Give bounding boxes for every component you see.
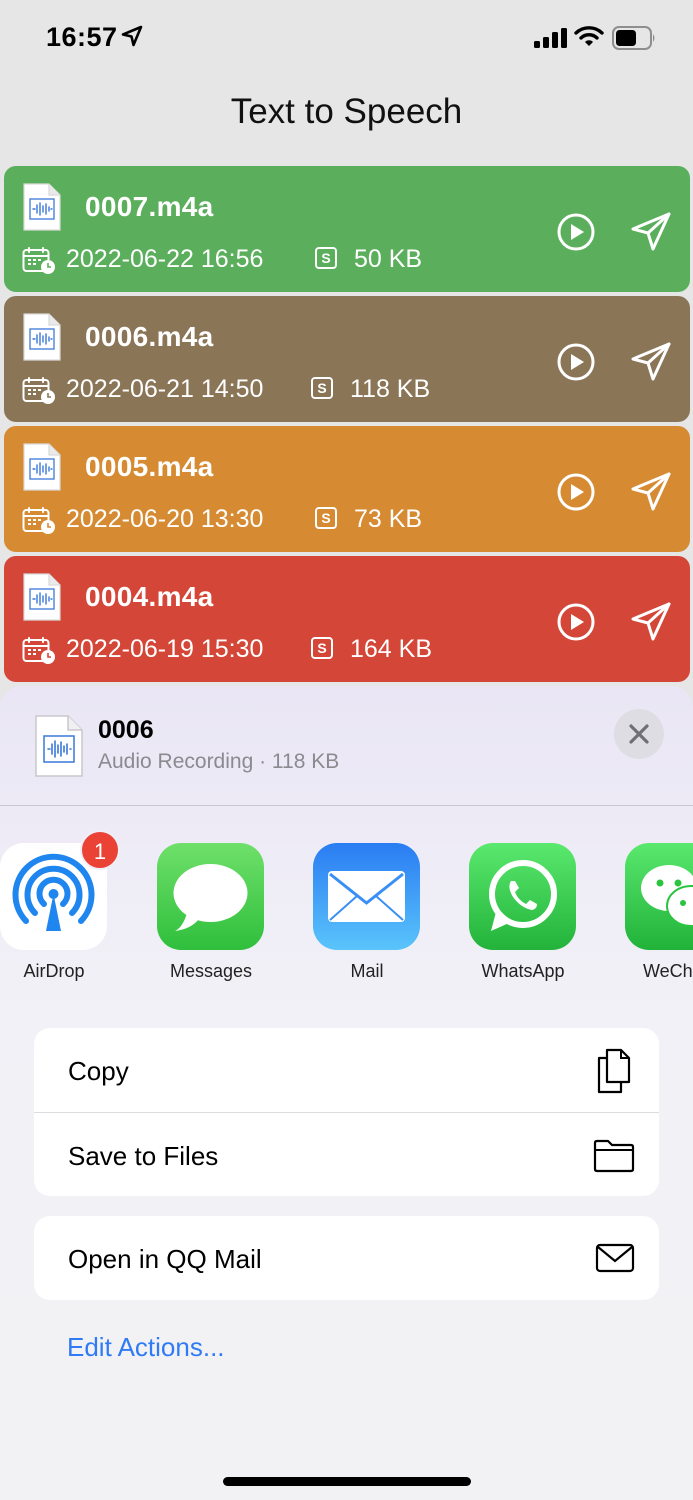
page-title: Text to Speech xyxy=(230,92,463,131)
audio-file-icon xyxy=(23,183,61,231)
audio-file-icon xyxy=(23,313,61,361)
wifi-icon xyxy=(574,26,604,46)
file-date: 2022-06-19 15:30 xyxy=(66,635,264,663)
folder-icon xyxy=(593,1139,635,1173)
action-label: Open in QQ Mail xyxy=(68,1244,262,1274)
file-date: 2022-06-22 16:56 xyxy=(66,245,264,273)
location-arrow-icon xyxy=(121,25,143,47)
cellular-signal-icon xyxy=(534,28,567,48)
edit-actions-link[interactable]: Edit Actions... xyxy=(67,1332,225,1363)
status-time: 16:57 xyxy=(46,22,118,52)
copy-icon xyxy=(597,1048,631,1094)
audio-document-icon xyxy=(35,715,83,777)
play-icon[interactable] xyxy=(555,471,597,513)
size-icon: S xyxy=(311,637,333,659)
whatsapp-icon xyxy=(469,843,576,950)
play-icon[interactable] xyxy=(555,601,597,643)
send-icon[interactable] xyxy=(628,209,674,255)
action-label: Save to Files xyxy=(68,1141,219,1171)
file-card[interactable]: 0006.m4a 2022-06-21 14:50 S 118 KB xyxy=(4,296,690,422)
play-icon[interactable] xyxy=(555,211,597,253)
calendar-clock-icon xyxy=(22,377,55,404)
file-name: 0004.m4a xyxy=(85,581,214,612)
battery-icon xyxy=(612,26,655,50)
save-to-files-action[interactable]: Save to Files xyxy=(34,1112,659,1196)
send-icon[interactable] xyxy=(628,339,674,385)
home-indicator[interactable] xyxy=(223,1477,471,1486)
file-date: 2022-06-21 14:50 xyxy=(66,375,264,403)
app-label: Mail xyxy=(350,961,384,981)
mail-icon xyxy=(313,843,420,950)
file-card[interactable]: 0004.m4a 2022-06-19 15:30 S 164 KB xyxy=(4,556,690,682)
file-name: 0005.m4a xyxy=(85,451,214,482)
file-name: 0006.m4a xyxy=(85,321,214,352)
file-card[interactable]: 0005.m4a 2022-06-20 13:30 S 73 KB xyxy=(4,426,690,552)
copy-action[interactable]: Copy xyxy=(34,1028,659,1112)
send-icon[interactable] xyxy=(628,599,674,645)
action-label: Copy xyxy=(68,1056,129,1086)
close-button[interactable] xyxy=(614,709,664,759)
wechat-icon xyxy=(625,843,693,950)
app-label: AirDrop xyxy=(23,961,85,981)
file-size: 50 KB xyxy=(354,245,423,273)
audio-file-icon xyxy=(23,573,61,621)
size-icon: S xyxy=(311,377,333,399)
file-size: 73 KB xyxy=(354,505,423,533)
share-file-subtitle: Audio Recording · 118 KB xyxy=(98,750,340,773)
share-header: 0006 Audio Recording · 118 KB xyxy=(0,686,693,806)
close-icon xyxy=(629,724,649,744)
envelope-icon xyxy=(595,1243,635,1273)
messages-icon xyxy=(157,843,264,950)
play-icon[interactable] xyxy=(555,341,597,383)
app-label: Messages xyxy=(169,961,253,981)
open-in-qq-mail-action[interactable]: Open in QQ Mail xyxy=(34,1216,659,1300)
size-icon: S xyxy=(315,507,337,529)
file-date: 2022-06-20 13:30 xyxy=(66,505,264,533)
status-bar: 16:57 xyxy=(0,0,693,80)
size-icon: S xyxy=(315,247,337,269)
share-apps-row: 1 AirDrop Messages Mail WhatsApp WeCh xyxy=(0,830,693,993)
share-sheet: 0006 Audio Recording · 118 KB 1 AirDrop xyxy=(0,686,693,1500)
file-size: 118 KB xyxy=(350,375,431,403)
calendar-clock-icon xyxy=(22,637,55,664)
actions-group-2: Open in QQ Mail xyxy=(34,1216,659,1300)
calendar-clock-icon xyxy=(22,507,55,534)
notification-badge: 1 xyxy=(80,830,120,870)
file-card[interactable]: 0007.m4a 2022-06-22 16:56 S 50 KB xyxy=(4,166,690,292)
actions-group: Copy Save to Files xyxy=(34,1028,659,1196)
audio-file-icon xyxy=(23,443,61,491)
share-file-name: 0006 xyxy=(98,716,154,744)
file-size: 164 KB xyxy=(350,635,433,663)
send-icon[interactable] xyxy=(628,469,674,515)
calendar-clock-icon xyxy=(22,247,55,274)
file-name: 0007.m4a xyxy=(85,191,214,222)
app-label: WhatsApp xyxy=(481,961,565,981)
app-label: WeCh xyxy=(643,961,693,981)
